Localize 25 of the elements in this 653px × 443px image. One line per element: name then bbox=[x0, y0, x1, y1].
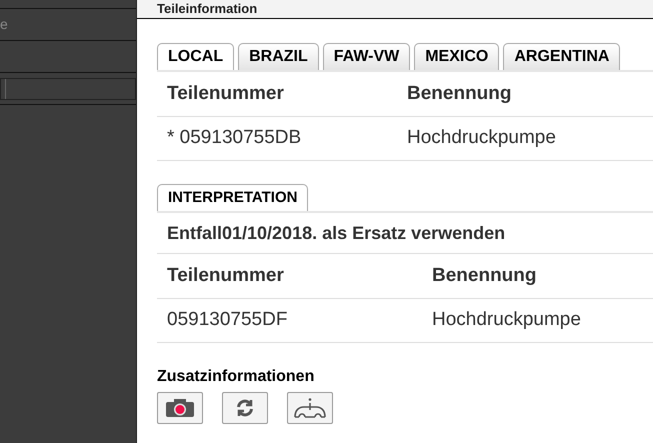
table-cell-text: 059130755DF bbox=[166, 308, 288, 332]
sidebar-label: e bbox=[0, 15, 8, 34]
tab[interactable]: MEXICO bbox=[414, 43, 500, 70]
tab[interactable]: INTERPRETATION bbox=[157, 184, 308, 211]
dropdown-field[interactable] bbox=[0, 78, 136, 100]
column-header: Benennung bbox=[406, 82, 512, 106]
table-cell-text: * 059130755DB bbox=[166, 126, 302, 150]
column-header: Benennung bbox=[431, 264, 538, 288]
camera-icon bbox=[165, 398, 195, 418]
table-cell-text: Hochdruckpumpe bbox=[431, 308, 582, 332]
panel-title: Teileinformation bbox=[157, 0, 258, 18]
refresh-icon bbox=[235, 398, 255, 418]
table-cell-text: Hochdruckpumpe bbox=[406, 126, 557, 150]
tab[interactable]: LOCAL bbox=[157, 43, 234, 70]
section-title: Zusatzinformationen bbox=[157, 367, 316, 387]
column-header: Teilenummer bbox=[166, 264, 285, 288]
icon-button[interactable] bbox=[287, 392, 333, 424]
replacement-note: Entfall01/10/2018. als Ersatz verwenden bbox=[166, 222, 506, 244]
tab[interactable]: ARGENTINA bbox=[503, 43, 620, 70]
icon-button[interactable] bbox=[157, 392, 203, 424]
tab[interactable]: FAW-VW bbox=[322, 43, 410, 70]
icon-button[interactable] bbox=[222, 392, 268, 424]
tab[interactable]: BRAZIL bbox=[238, 43, 319, 70]
car-info-icon bbox=[293, 397, 327, 419]
column-header: Teilenummer bbox=[166, 82, 285, 106]
